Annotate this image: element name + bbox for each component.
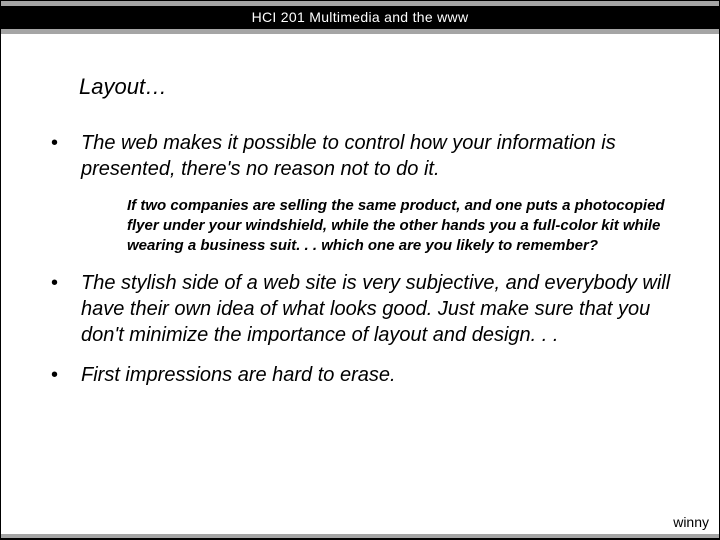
list-item: • The web makes it possible to control h… [49,130,671,182]
list-item: • First impressions are hard to erase. [49,362,671,388]
bullet-list: • The stylish side of a web site is very… [49,270,671,388]
list-item: • The stylish side of a web site is very… [49,270,671,348]
slide-content: Layout… • The web makes it possible to c… [1,34,719,512]
bullet-icon: • [49,130,81,182]
bullet-text: The stylish side of a web site is very s… [81,270,671,348]
bullet-text: The web makes it possible to control how… [81,130,671,182]
course-title: HCI 201 Multimedia and the www [252,9,469,25]
slide-frame: HCI 201 Multimedia and the www Layout… •… [0,0,720,540]
header-band: HCI 201 Multimedia and the www [1,1,719,34]
footer-author: winny [1,512,719,534]
bullet-icon: • [49,362,81,388]
sub-note: If two companies are selling the same pr… [127,196,671,256]
bullet-text: First impressions are hard to erase. [81,362,396,388]
bullet-icon: • [49,270,81,348]
slide-heading: Layout… [79,74,671,100]
footer-band [1,534,719,539]
bullet-list: • The web makes it possible to control h… [49,130,671,182]
